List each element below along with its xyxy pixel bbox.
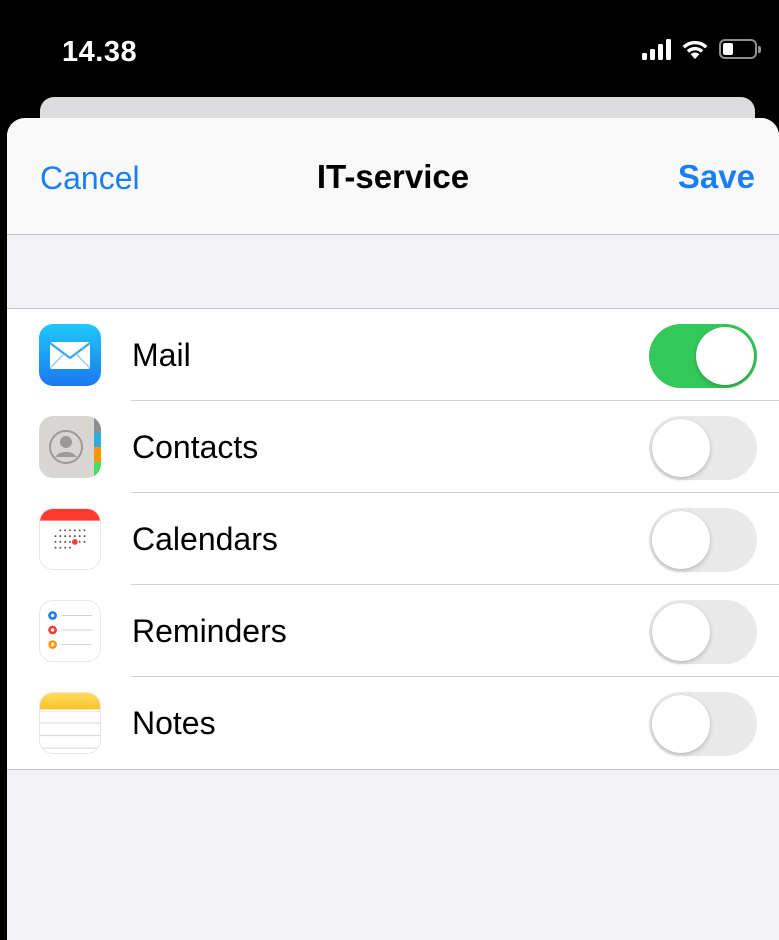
save-button[interactable]: Save — [678, 158, 755, 196]
services-list: Mail Contacts Calendars Reminders Notes — [7, 308, 779, 770]
page-title: IT-service — [316, 158, 470, 195]
service-label: Notes — [132, 705, 216, 741]
cellular-signal-icon — [642, 38, 671, 60]
reminders-app-icon — [39, 600, 101, 662]
list-item-calendars: Calendars — [7, 493, 779, 585]
contacts-toggle[interactable] — [649, 416, 757, 480]
modal-sheet: Cancel IT-service Save Mail Contacts Cal… — [7, 118, 779, 940]
mail-toggle[interactable] — [649, 324, 757, 388]
navigation-bar: Cancel IT-service Save — [7, 118, 779, 235]
service-label: Calendars — [132, 521, 278, 557]
status-time: 14.38 — [62, 36, 138, 68]
list-item-notes: Notes — [7, 677, 779, 769]
service-label: Reminders — [132, 613, 287, 649]
service-label: Contacts — [132, 429, 259, 465]
notes-toggle[interactable] — [649, 692, 757, 756]
battery-icon — [719, 39, 761, 59]
service-label: Mail — [132, 337, 191, 373]
notes-app-icon — [39, 692, 101, 754]
status-icons — [642, 38, 761, 60]
list-item-contacts: Contacts — [7, 401, 779, 493]
calendars-toggle[interactable] — [649, 508, 757, 572]
calendar-app-icon — [39, 508, 101, 570]
contacts-app-icon — [39, 416, 101, 478]
list-item-reminders: Reminders — [7, 585, 779, 677]
mail-app-icon — [39, 324, 101, 386]
reminders-toggle[interactable] — [649, 600, 757, 664]
wifi-icon — [682, 40, 708, 59]
list-item-mail: Mail — [7, 309, 779, 401]
